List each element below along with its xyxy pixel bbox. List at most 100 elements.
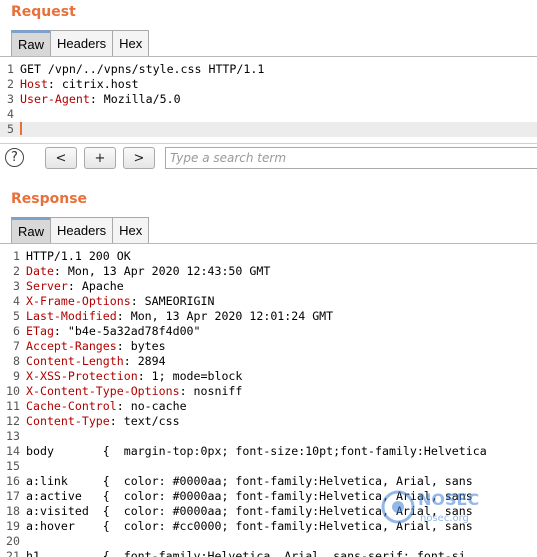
line-content: GET /vpn/../vpns/style.css HTTP/1.1: [20, 62, 537, 77]
help-icon[interactable]: ?: [5, 148, 24, 167]
response-tab-headers[interactable]: Headers: [50, 217, 114, 243]
header-name: ETag: [26, 324, 54, 338]
header-name: X-Frame-Options: [26, 294, 131, 308]
header-value: nosniff: [186, 384, 243, 398]
line-content: ETag: "b4e-5a32ad78f4d00": [26, 324, 201, 338]
response-line: 12 Content-Type: text/css: [0, 414, 537, 429]
header-name: Content-Length: [26, 354, 124, 368]
line-number: 9: [13, 369, 20, 383]
response-line: 13: [0, 429, 537, 444]
next-match-button[interactable]: >: [123, 147, 155, 169]
header-value: no-cache: [123, 399, 187, 413]
header-name: Content-Type: [26, 414, 110, 428]
request-tabs: Raw Headers Hex: [11, 30, 150, 56]
line-content: h1 { font-family:Helvetica, Arial, sans-…: [26, 549, 537, 557]
response-line: 16 a:link { color: #0000aa; font-family:H…: [0, 474, 537, 489]
header-name: Accept-Ranges: [26, 339, 117, 353]
header-value: "b4e-5a32ad78f4d00": [60, 324, 201, 338]
add-button[interactable]: +: [84, 147, 116, 169]
header-value: Apache: [74, 279, 124, 293]
line-number: 3: [13, 279, 20, 293]
search-input[interactable]: [165, 147, 537, 169]
line-content: Date: Mon, 13 Apr 2020 12:43:50 GMT: [26, 264, 271, 278]
line-content: a:link { color: #0000aa; font-family:Hel…: [26, 474, 537, 489]
line-number: 19: [6, 519, 20, 533]
response-editor[interactable]: 1 HTTP/1.1 200 OK 2 Date: Mon, 13 Apr 2020 …: [0, 249, 537, 557]
header-name: Last-Modified: [26, 309, 117, 323]
line-number: 11: [6, 399, 20, 413]
request-tab-raw[interactable]: Raw: [11, 30, 52, 56]
line-number: 7: [13, 339, 20, 353]
header-value: 2894: [130, 354, 166, 368]
response-line: 19 a:hover { color: #cc0000; font-family:…: [0, 519, 537, 534]
line-text: a:visited { color: #0000aa; font-family:…: [26, 504, 473, 518]
line-content: Host: citrix.host: [20, 77, 139, 91]
line-number: 3: [7, 92, 14, 106]
header-value: bytes: [123, 339, 166, 353]
header-name: User-Agent: [20, 92, 90, 106]
response-line: 4 X-Frame-Options: SAMEORIGIN: [0, 294, 537, 309]
request-title: Request: [11, 4, 76, 20]
line-content: [26, 534, 537, 549]
text-caret: [20, 122, 22, 135]
line-text: GET /vpn/../vpns/style.css HTTP/1.1: [20, 62, 265, 76]
line-number: 5: [7, 122, 14, 136]
response-line: 8 Content-Length: 2894: [0, 354, 537, 369]
line-content: User-Agent: Mozilla/5.0: [20, 92, 181, 106]
line-content: [20, 107, 537, 122]
line-number: 2: [13, 264, 20, 278]
response-line: 1 HTTP/1.1 200 OK: [0, 249, 537, 264]
header-name: X-Content-Type-Options: [26, 384, 180, 398]
request-tab-divider: [0, 56, 537, 57]
response-tab-hex[interactable]: Hex: [112, 217, 150, 243]
header-value: 1; mode=block: [144, 369, 243, 383]
response-line: 18 a:visited { color: #0000aa; font-famil…: [0, 504, 537, 519]
line-number: 1: [13, 249, 20, 263]
request-line: 4: [0, 107, 537, 122]
line-number: 20: [6, 534, 20, 548]
response-line: 10 X-Content-Type-Options: nosniff: [0, 384, 537, 399]
request-tab-headers[interactable]: Headers: [50, 30, 114, 56]
line-content: Last-Modified: Mon, 13 Apr 2020 12:01:24…: [26, 309, 334, 323]
header-name: X-XSS-Protection: [26, 369, 138, 383]
line-number: 15: [6, 459, 20, 473]
line-number: 16: [6, 474, 20, 488]
header-value: SAMEORIGIN: [137, 294, 215, 308]
request-editor[interactable]: 1 GET /vpn/../vpns/style.css HTTP/1.1 2 Hos…: [0, 62, 537, 138]
line-text: h1 { font-family:Helvetica, Arial, sans-…: [26, 549, 466, 557]
header-value: text/css: [116, 414, 180, 428]
line-text: a:hover { color: #cc0000; font-family:He…: [26, 519, 473, 533]
response-line: 21 h1 { font-family:Helvetica, Arial, san…: [0, 549, 537, 557]
request-line: 5: [0, 122, 537, 137]
response-line: 2 Date: Mon, 13 Apr 2020 12:43:50 GMT: [0, 264, 537, 279]
response-line: 5 Last-Modified: Mon, 13 Apr 2020 12:01:2…: [0, 309, 537, 324]
header-value: Mon, 13 Apr 2020 12:01:24 GMT: [123, 309, 334, 323]
response-line: 14 body { margin-top:0px; font-size:10pt;…: [0, 444, 537, 459]
request-tab-hex[interactable]: Hex: [112, 30, 150, 56]
line-content: body { margin-top:0px; font-size:10pt;fo…: [26, 444, 537, 459]
response-tab-raw[interactable]: Raw: [11, 217, 52, 243]
line-content: Content-Type: text/css: [26, 414, 180, 428]
line-text: HTTP/1.1 200 OK: [26, 249, 131, 263]
line-content: X-Content-Type-Options: nosniff: [26, 384, 243, 398]
line-number: 18: [6, 504, 20, 518]
response-line: 11 Cache-Control: no-cache: [0, 399, 537, 414]
line-number: 1: [7, 62, 14, 76]
search-bar: ? < + >: [0, 143, 537, 171]
line-text: a:active { color: #0000aa; font-family:H…: [26, 489, 473, 503]
request-line: 1 GET /vpn/../vpns/style.css HTTP/1.1: [0, 62, 537, 77]
line-content: a:visited { color: #0000aa; font-family:…: [26, 504, 537, 519]
response-line: 6 ETag: "b4e-5a32ad78f4d00": [0, 324, 537, 339]
line-number: 5: [13, 309, 20, 323]
line-content: Content-Length: 2894: [26, 354, 166, 368]
line-number: 8: [13, 354, 20, 368]
line-number: 21: [6, 549, 20, 557]
line-content: HTTP/1.1 200 OK: [26, 249, 537, 264]
request-line: 2 Host: citrix.host: [0, 77, 537, 92]
line-content: [26, 429, 537, 444]
line-content: a:hover { color: #cc0000; font-family:He…: [26, 519, 537, 534]
header-name: Date: [26, 264, 54, 278]
prev-match-button[interactable]: <: [45, 147, 77, 169]
header-value: Mozilla/5.0: [96, 92, 181, 106]
header-name: Server: [26, 279, 68, 293]
